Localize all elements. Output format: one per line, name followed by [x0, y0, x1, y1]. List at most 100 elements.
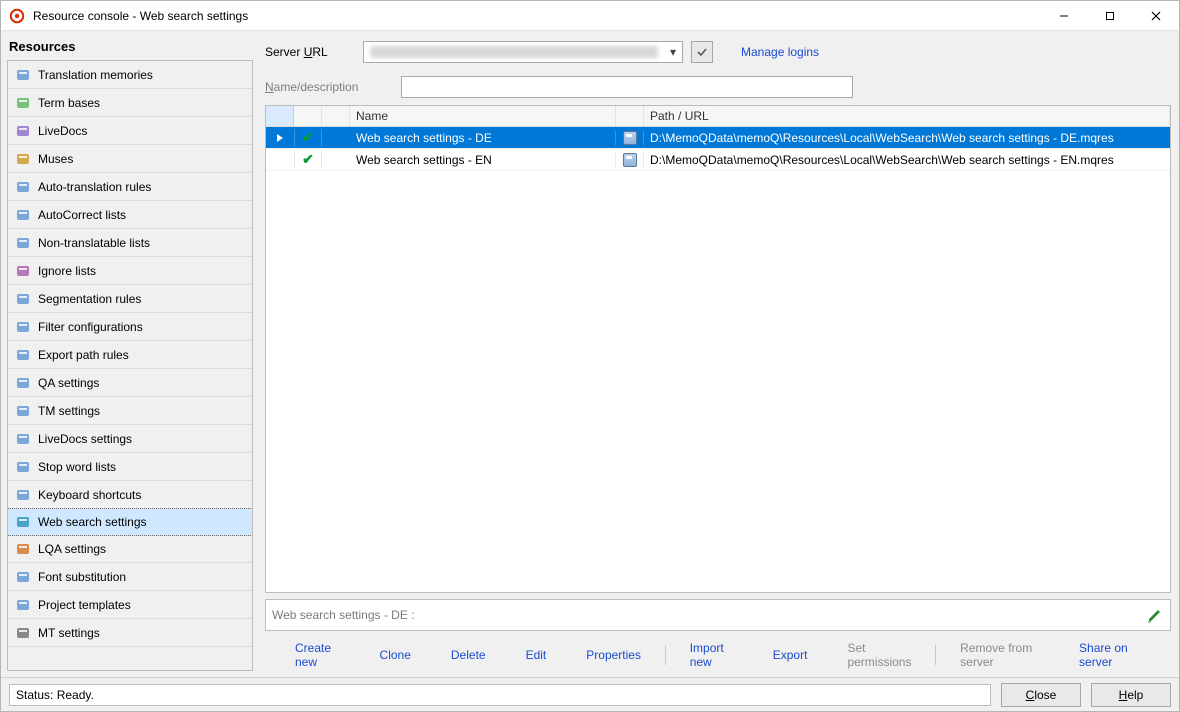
resource-icon — [14, 290, 32, 308]
sidebar-item[interactable]: Muses — [8, 145, 252, 173]
resource-icon — [14, 150, 32, 168]
row-selector[interactable] — [266, 133, 294, 143]
sidebar-item[interactable]: LiveDocs settings — [8, 425, 252, 453]
resource-icon — [14, 486, 32, 504]
sidebar-item[interactable]: Auto-translation rules — [8, 173, 252, 201]
grid-header-select[interactable] — [266, 106, 294, 126]
edit-pen-icon[interactable] — [1146, 606, 1164, 624]
resource-icon — [14, 122, 32, 140]
row-path: D:\MemoQData\memoQ\Resources\Local\WebSe… — [644, 131, 1170, 145]
titlebar: Resource console - Web search settings — [1, 1, 1179, 31]
resource-icon — [14, 540, 32, 558]
server-url-combo[interactable]: ▾ — [363, 41, 683, 63]
grid-header-icon[interactable] — [322, 106, 350, 126]
sidebar-item[interactable]: Ignore lists — [8, 257, 252, 285]
chevron-down-icon[interactable]: ▾ — [664, 45, 682, 59]
close-button[interactable]: Close — [1001, 683, 1081, 707]
row-status: ✔ — [294, 151, 322, 168]
sidebar-item-label: QA settings — [38, 376, 99, 390]
sidebar-item[interactable]: Filter configurations — [8, 313, 252, 341]
server-connect-button[interactable] — [691, 41, 713, 63]
grid-header-loc[interactable] — [616, 106, 644, 126]
manage-logins-link[interactable]: Manage logins — [741, 45, 819, 59]
delete-link[interactable]: Delete — [451, 648, 486, 662]
main: Server URL ▾ Manage logins Name/descript… — [259, 31, 1179, 677]
grid-header-path[interactable]: Path / URL — [644, 106, 1170, 126]
filter-input[interactable] — [401, 76, 853, 98]
filter-label: Name/description — [265, 80, 393, 94]
sidebar-item-label: Export path rules — [38, 348, 129, 362]
server-row: Server URL ▾ Manage logins — [265, 37, 1171, 67]
sidebar-item-label: Term bases — [38, 96, 100, 110]
create-new-link[interactable]: Create new — [295, 641, 340, 669]
detail-box: Web search settings - DE : — [265, 599, 1171, 631]
resource-icon — [14, 458, 32, 476]
sidebar-item-label: Non-translatable lists — [38, 236, 150, 250]
sidebar-item[interactable]: Stop word lists — [8, 453, 252, 481]
server-url-label: Server URL — [265, 45, 355, 59]
table-row[interactable]: ✔Web search settings - END:\MemoQData\me… — [266, 149, 1170, 171]
sidebar-item-label: Ignore lists — [38, 264, 96, 278]
resource-icon — [14, 234, 32, 252]
grid-header: Name Path / URL — [266, 106, 1170, 127]
set-permissions-link: Set permissions — [847, 641, 911, 669]
status-text: Status: Ready. — [16, 688, 94, 702]
sidebar-item-label: LiveDocs settings — [38, 432, 132, 446]
sidebar-item[interactable]: Segmentation rules — [8, 285, 252, 313]
window-title: Resource console - Web search settings — [33, 9, 1041, 23]
sidebar-item-label: Font substitution — [38, 570, 126, 584]
clone-link[interactable]: Clone — [380, 648, 411, 662]
table-row[interactable]: ✔ Web search settings - DE D:\MemoQData\me… — [266, 127, 1170, 149]
close-window-button[interactable] — [1133, 1, 1179, 31]
app-icon — [9, 8, 25, 24]
sidebar-item[interactable]: LiveDocs — [8, 117, 252, 145]
row-location-icon — [616, 131, 644, 145]
sidebar-item-label: Auto-translation rules — [38, 180, 151, 194]
sidebar-item[interactable]: Keyboard shortcuts — [8, 481, 252, 509]
sidebar-item[interactable]: Non-translatable lists — [8, 229, 252, 257]
row-name: Web search settings - DE — [350, 131, 616, 145]
sidebar-item-label: Stop word lists — [38, 460, 116, 474]
sidebar-item[interactable]: Project templates — [8, 591, 252, 619]
sidebar-item[interactable]: AutoCorrect lists — [8, 201, 252, 229]
maximize-button[interactable] — [1087, 1, 1133, 31]
sidebar-item[interactable]: Translation memories — [8, 61, 252, 89]
disk-icon — [623, 131, 637, 145]
sidebar-item[interactable]: QA settings — [8, 369, 252, 397]
sidebar-item[interactable]: Font substitution — [8, 563, 252, 591]
remove-from-server-link: Remove from server — [960, 641, 1039, 669]
sidebar-item-label: Filter configurations — [38, 320, 143, 334]
status-bar: Status: Ready. — [9, 684, 991, 706]
resource-icon — [14, 346, 32, 364]
row-status: ✔ — [294, 129, 322, 146]
share-on-server-link[interactable]: Share on server — [1079, 641, 1141, 669]
separator — [935, 645, 936, 665]
sidebar-item[interactable]: Web search settings — [7, 508, 253, 536]
resource-icon — [14, 262, 32, 280]
sidebar-item[interactable]: Export path rules — [8, 341, 252, 369]
edit-link[interactable]: Edit — [526, 648, 547, 662]
minimize-button[interactable] — [1041, 1, 1087, 31]
import-new-link[interactable]: Import new — [690, 641, 733, 669]
sidebar: Resources Translation memories Term bases… — [1, 31, 259, 677]
grid-header-name[interactable]: Name — [350, 106, 616, 126]
sidebar-item-label: AutoCorrect lists — [38, 208, 126, 222]
grid-header-status[interactable] — [294, 106, 322, 126]
resource-icon — [14, 94, 32, 112]
sidebar-item-label: Muses — [38, 152, 73, 166]
help-button[interactable]: Help — [1091, 683, 1171, 707]
sidebar-item[interactable]: Term bases — [8, 89, 252, 117]
sidebar-item[interactable]: MT settings — [8, 619, 252, 647]
resource-icon — [14, 374, 32, 392]
sidebar-item[interactable]: LQA settings — [8, 535, 252, 563]
window: Resource console - Web search settings R… — [0, 0, 1180, 712]
sidebar-item-label: Segmentation rules — [38, 292, 141, 306]
resource-icon — [14, 402, 32, 420]
grid-body: ✔ Web search settings - DE D:\MemoQData\me… — [266, 127, 1170, 171]
sidebar-item[interactable]: TM settings — [8, 397, 252, 425]
resource-icon — [14, 430, 32, 448]
sidebar-header: Resources — [1, 31, 259, 60]
server-url-blurred — [370, 46, 658, 58]
export-link[interactable]: Export — [773, 648, 808, 662]
properties-link[interactable]: Properties — [586, 648, 641, 662]
